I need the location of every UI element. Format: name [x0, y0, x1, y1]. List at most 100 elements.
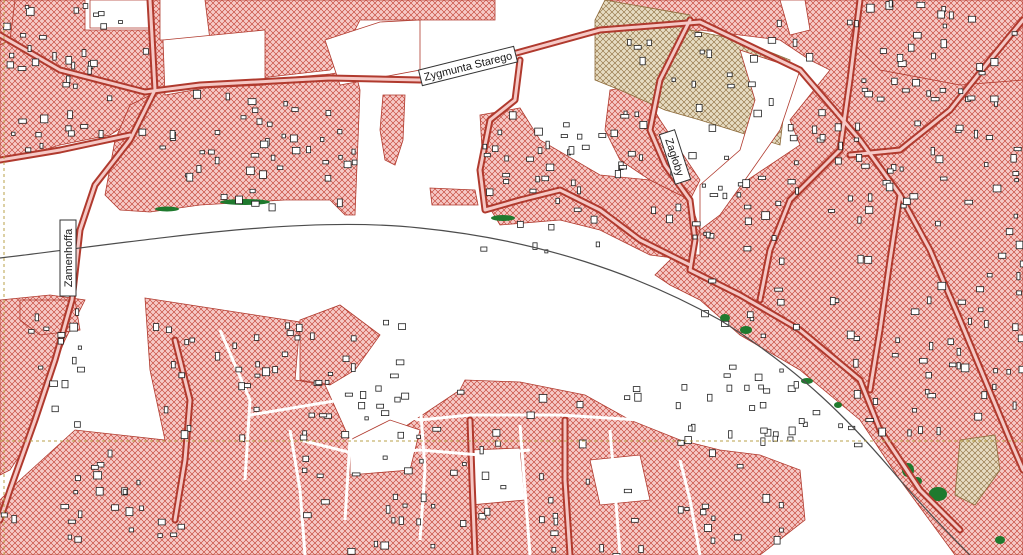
- building: [632, 386, 641, 393]
- building: [957, 299, 967, 305]
- map-canvas[interactable]: Zygmunta Starego Zamenhoffa Zagłoby: [0, 0, 1023, 555]
- building: [100, 23, 108, 30]
- building: [232, 342, 237, 349]
- building: [964, 199, 974, 205]
- building: [71, 61, 76, 70]
- building: [296, 323, 303, 332]
- building: [937, 281, 947, 291]
- building: [235, 366, 243, 373]
- building: [459, 520, 467, 527]
- building: [192, 89, 201, 99]
- building: [627, 39, 632, 46]
- building: [916, 1, 926, 8]
- building: [380, 410, 390, 417]
- building: [771, 235, 777, 241]
- building: [699, 49, 705, 55]
- building: [9, 52, 15, 59]
- building: [301, 467, 308, 473]
- building: [742, 179, 751, 188]
- building: [170, 361, 176, 369]
- building: [723, 373, 731, 378]
- building: [492, 145, 499, 152]
- building: [239, 434, 246, 442]
- building: [534, 127, 543, 136]
- building: [1018, 365, 1023, 374]
- building: [111, 504, 119, 511]
- building: [358, 401, 366, 410]
- building: [891, 77, 898, 85]
- building: [794, 160, 799, 166]
- building: [976, 286, 984, 293]
- building: [753, 109, 762, 118]
- building: [727, 83, 735, 89]
- building: [1013, 213, 1018, 219]
- building: [835, 157, 842, 165]
- building: [500, 485, 507, 490]
- building: [865, 206, 874, 214]
- building: [958, 88, 964, 95]
- building: [77, 345, 82, 350]
- building: [779, 527, 784, 533]
- building: [633, 45, 642, 50]
- building: [865, 418, 874, 423]
- building: [495, 440, 501, 447]
- building: [252, 107, 259, 113]
- building: [992, 383, 997, 390]
- built-area-polygon: [429, 187, 479, 206]
- building: [571, 179, 576, 187]
- building: [861, 87, 869, 93]
- building: [159, 145, 166, 150]
- building: [762, 493, 771, 503]
- building: [208, 149, 215, 155]
- building: [573, 207, 582, 212]
- building: [688, 425, 693, 432]
- building: [798, 418, 805, 424]
- building: [700, 509, 707, 516]
- building: [885, 182, 894, 192]
- building: [342, 355, 350, 363]
- building: [253, 334, 260, 341]
- building: [341, 431, 350, 439]
- building: [250, 153, 260, 158]
- building: [930, 97, 940, 102]
- building: [846, 330, 855, 340]
- building: [72, 356, 77, 365]
- building: [942, 23, 947, 29]
- building: [504, 155, 509, 162]
- building: [52, 52, 57, 61]
- map-svg[interactable]: Zygmunta Starego Zamenhoffa Zagłoby: [0, 0, 1023, 555]
- building: [709, 449, 716, 457]
- building: [538, 394, 548, 403]
- building: [539, 473, 544, 481]
- building: [978, 307, 984, 313]
- building: [968, 317, 972, 325]
- building: [68, 130, 75, 137]
- building: [879, 48, 887, 54]
- building: [701, 503, 709, 509]
- building: [351, 159, 358, 166]
- green-patch: [834, 402, 842, 408]
- building: [392, 493, 398, 500]
- green-patch: [995, 536, 1005, 544]
- building: [711, 515, 716, 521]
- building: [291, 146, 301, 155]
- building: [401, 392, 410, 400]
- building: [974, 412, 983, 421]
- building: [57, 332, 66, 338]
- building: [776, 19, 782, 27]
- building: [854, 442, 863, 448]
- building: [684, 506, 690, 511]
- building: [214, 130, 221, 135]
- building: [77, 366, 85, 373]
- building: [763, 388, 771, 394]
- building: [834, 123, 842, 132]
- building: [397, 431, 404, 439]
- building: [729, 364, 737, 370]
- building: [24, 5, 30, 10]
- building: [726, 384, 733, 392]
- building: [861, 78, 867, 83]
- building: [888, 0, 893, 8]
- building: [324, 175, 332, 182]
- building: [65, 56, 73, 65]
- building: [3, 22, 11, 31]
